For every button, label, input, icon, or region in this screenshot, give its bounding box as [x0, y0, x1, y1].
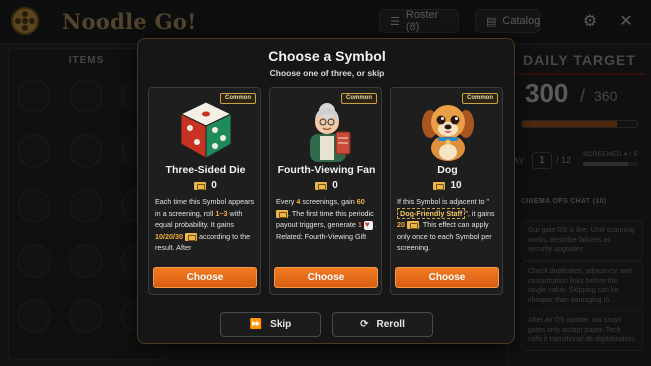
choose-button[interactable]: Choose: [395, 267, 499, 288]
ticket-icon: [433, 181, 446, 190]
desc-text: screenings, gain: [300, 197, 357, 206]
desc-text: .: [372, 220, 377, 229]
related-text: Related: Fourth-Viewing Gift: [276, 231, 367, 241]
refresh-icon: ⟳: [360, 319, 369, 330]
dog-icon: [422, 105, 474, 161]
desc-highlight: 1~3: [215, 208, 228, 218]
desc-highlight: 1: [357, 220, 362, 229]
card-name: Dog: [437, 164, 458, 176]
card-name: Fourth-Viewing Fan: [277, 164, 376, 176]
skip-button[interactable]: ⏩ Skip: [220, 312, 321, 337]
card-description: Every 4 screenings, gain 60 . The first …: [276, 196, 378, 262]
desc-highlight: 20: [397, 220, 405, 229]
ticket-icon: [194, 181, 207, 190]
desc-highlight: 60: [356, 197, 365, 206]
desc-text: Every: [276, 197, 297, 206]
ticket-icon: [184, 232, 197, 241]
choose-button[interactable]: Choose: [274, 267, 378, 288]
symbol-card-fourth-viewing-fan[interactable]: Common Fourth-Viewing Fan 0 Every 4 scre…: [269, 87, 382, 295]
dialog-subtitle: Choose one of three, or skip: [269, 68, 385, 78]
card-description: Each time this Symbol appears in a scree…: [155, 196, 257, 262]
desc-text: If this Symbol is adjacent to ": [397, 197, 490, 206]
card-description: If this Symbol is adjacent to "Dog-Frien…: [397, 196, 499, 262]
card-cost: 0: [149, 180, 260, 191]
reroll-label: Reroll: [376, 319, 405, 330]
desc-highlight: 10/20/30: [155, 231, 183, 241]
fast-forward-icon: ⏩: [249, 319, 263, 330]
card-cost: 10: [391, 180, 502, 191]
ticket-icon: [315, 181, 328, 190]
symbol-card-three-sided-die[interactable]: Common Three-Sided Die 0 Each time this …: [148, 87, 261, 295]
desc-text: ", it gains: [465, 208, 495, 218]
cost-value: 0: [332, 180, 338, 191]
card-name: Three-Sided Die: [165, 164, 246, 176]
synergy-tag[interactable]: Dog-Friendly Staff: [397, 207, 466, 219]
dialog-title: Choose a Symbol: [268, 48, 386, 64]
heart-card-icon: [363, 219, 373, 230]
choose-symbol-dialog: Choose a Symbol Choose one of three, or …: [137, 38, 515, 344]
card-cost: 0: [270, 180, 381, 191]
ticket-icon: [276, 209, 288, 218]
grandma-fan-icon: [310, 103, 351, 162]
reroll-button[interactable]: ⟳ Reroll: [332, 312, 433, 337]
cost-value: 0: [211, 180, 217, 191]
choose-button[interactable]: Choose: [153, 267, 257, 288]
ticket-icon: [407, 221, 419, 230]
skip-label: Skip: [270, 319, 292, 330]
dice-icon: [179, 101, 233, 159]
cost-value: 10: [450, 180, 462, 191]
symbol-card-dog[interactable]: Common Dog 10 If this Symbol is adjacent…: [390, 87, 503, 295]
